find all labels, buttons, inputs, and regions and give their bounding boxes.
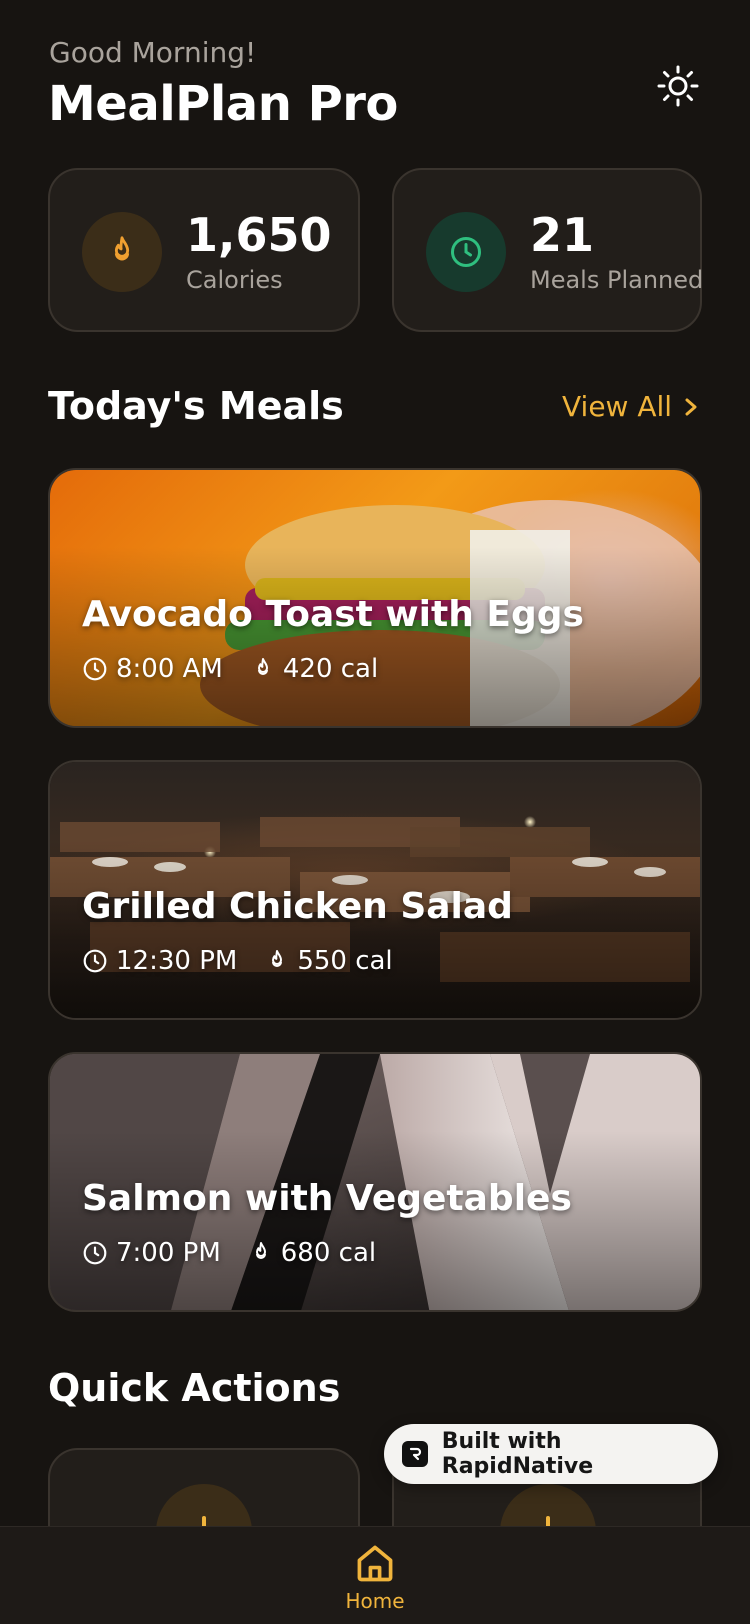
bottom-tab-bar: Home bbox=[0, 1526, 750, 1624]
meal-time: 7:00 PM bbox=[116, 1238, 221, 1268]
clock-icon bbox=[83, 1241, 107, 1265]
meals-planned-label: Meals Planned bbox=[530, 266, 704, 294]
calories-card: 1,650 Calories bbox=[48, 168, 360, 332]
clock-icon bbox=[83, 657, 107, 681]
chevron-right-icon bbox=[685, 398, 697, 415]
meals-planned-value: 21 bbox=[530, 208, 595, 262]
calories-label: Calories bbox=[186, 266, 283, 294]
app-title: MealPlan Pro bbox=[48, 76, 398, 132]
meal-meta: 12:30 PM 550 cal bbox=[82, 946, 421, 976]
home-icon bbox=[357, 1545, 393, 1582]
clock-icon bbox=[83, 949, 107, 973]
sun-icon bbox=[657, 65, 699, 107]
flame-icon bbox=[272, 950, 283, 967]
rapidnative-logo-icon bbox=[402, 1441, 428, 1467]
badge-label: Built with RapidNative bbox=[441, 1429, 594, 1479]
meal-meta: 8:00 AM 420 cal bbox=[82, 654, 406, 684]
calories-value: 1,650 bbox=[186, 208, 332, 262]
meal-name: Salmon with Vegetables bbox=[82, 1178, 572, 1219]
built-with-badge[interactable]: Built with RapidNative bbox=[384, 1424, 718, 1484]
meal-card[interactable]: Avocado Toast with Eggs 8:00 AM 420 cal bbox=[48, 468, 702, 728]
meal-calories: 680 cal bbox=[280, 1238, 377, 1268]
meal-name: Grilled Chicken Salad bbox=[82, 886, 513, 927]
todays-meals-title: Today's Meals bbox=[48, 384, 344, 428]
greeting-text: Good Morning! bbox=[49, 36, 257, 69]
meal-meta: 7:00 PM 680 cal bbox=[82, 1238, 404, 1268]
view-all-label: View All bbox=[562, 390, 673, 423]
view-all-link[interactable]: View All bbox=[562, 390, 700, 423]
meals-planned-card: 21 Meals Planned bbox=[392, 168, 704, 332]
theme-toggle-button[interactable] bbox=[654, 62, 702, 110]
tab-home[interactable]: Home bbox=[335, 1541, 415, 1613]
quick-actions-title: Quick Actions bbox=[48, 1366, 341, 1410]
meal-time: 12:30 PM bbox=[116, 946, 238, 976]
flame-icon bbox=[257, 658, 268, 675]
clock-icon bbox=[451, 237, 481, 267]
meals-icon-badge bbox=[426, 212, 506, 292]
flame-icon bbox=[255, 1242, 266, 1259]
meal-time: 8:00 AM bbox=[116, 654, 223, 684]
meal-card[interactable]: Grilled Chicken Salad 12:30 PM 550 cal bbox=[48, 760, 702, 1020]
meal-name: Avocado Toast with Eggs bbox=[82, 594, 584, 635]
meal-calories: 420 cal bbox=[282, 654, 379, 684]
flame-icon bbox=[114, 236, 130, 261]
tab-home-label: Home bbox=[345, 1589, 405, 1613]
meal-card[interactable]: Salmon with Vegetables 7:00 PM 680 cal bbox=[48, 1052, 702, 1312]
calories-icon-badge bbox=[82, 212, 162, 292]
meal-calories: 550 cal bbox=[297, 946, 393, 976]
